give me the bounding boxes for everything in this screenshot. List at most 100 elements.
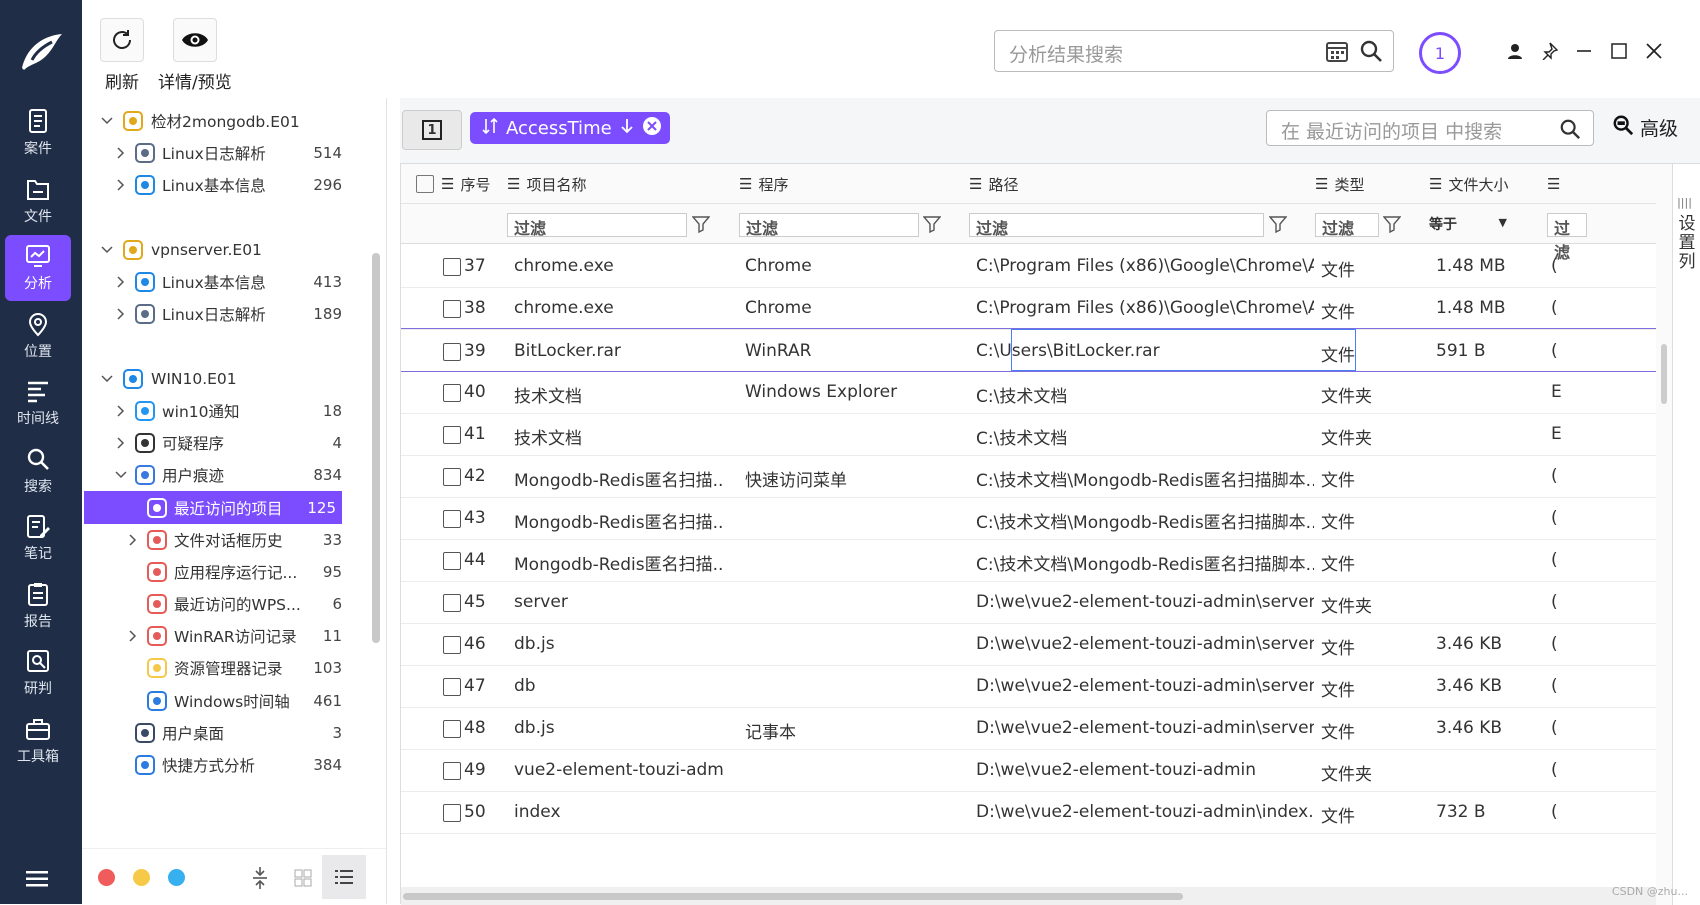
preview-button[interactable]: 详情/预览 bbox=[158, 18, 232, 93]
tree-node[interactable]: 可疑程序 4 bbox=[82, 426, 372, 459]
row-checkbox[interactable] bbox=[443, 594, 461, 612]
scroll-thumb[interactable] bbox=[403, 893, 1183, 900]
tree-node[interactable]: Linux基本信息 296 bbox=[82, 168, 372, 201]
tree-node[interactable]: win10通知 18 bbox=[82, 394, 372, 427]
analysis-search-input[interactable]: 分析结果搜索 bbox=[994, 30, 1394, 72]
list-view-icon[interactable] bbox=[322, 855, 366, 899]
close-icon[interactable] bbox=[1641, 38, 1667, 64]
table-row[interactable]: 49 vue2-element-touzi-admi D:\we\vue2-elem… bbox=[401, 748, 1656, 792]
sort-chip[interactable]: AccessTime bbox=[470, 112, 670, 144]
table-row[interactable]: 44 Mongodb-Redis匿名扫描... C:\技术文档\Mongodb-Re… bbox=[401, 538, 1656, 582]
filter-icon[interactable] bbox=[923, 215, 941, 233]
row-checkbox[interactable] bbox=[443, 510, 461, 528]
tree-node[interactable]: Windows时间轴 461 bbox=[82, 684, 372, 717]
table-row[interactable]: 46 db.js D:\we\vue2-element-touzi-admin\se… bbox=[401, 622, 1656, 666]
table-row[interactable]: 42 Mongodb-Redis匿名扫描... 快速访问菜单 C:\技术文档\Mong… bbox=[401, 454, 1656, 498]
table-row[interactable]: 47 db D:\we\vue2-element-touzi-admin\serve… bbox=[401, 664, 1656, 708]
tree-node[interactable]: 检材2mongodb.E01 bbox=[82, 104, 372, 137]
table-row[interactable]: 40 技术文档 Windows Explorer C:\技术文档 文件夹 E bbox=[401, 370, 1656, 414]
rail-item-4[interactable]: 时间线 bbox=[5, 370, 71, 436]
remove-sort-icon[interactable] bbox=[642, 116, 662, 141]
refresh-button[interactable]: 刷新 bbox=[100, 18, 144, 93]
table-row[interactable]: 50 index D:\we\vue2-element-touzi-admin\in… bbox=[401, 790, 1656, 834]
tree-node[interactable]: Linux日志解析 189 bbox=[82, 297, 372, 330]
tree-node[interactable]: 用户桌面 3 bbox=[82, 716, 372, 749]
vertical-scrollbar[interactable] bbox=[1656, 164, 1672, 905]
rail-item-8[interactable]: 研判 bbox=[5, 640, 71, 706]
chevron-right-icon[interactable] bbox=[114, 178, 128, 192]
search-icon[interactable] bbox=[1359, 39, 1383, 68]
rail-item-2[interactable]: 分析 bbox=[5, 235, 71, 301]
row-checkbox[interactable] bbox=[443, 426, 461, 444]
pin-icon[interactable] bbox=[1536, 38, 1562, 64]
tree-node[interactable]: WIN10.E01 bbox=[82, 362, 372, 395]
horizontal-scrollbar[interactable] bbox=[401, 887, 1656, 905]
table-row[interactable]: 41 技术文档 C:\技术文档 文件夹 E bbox=[401, 412, 1656, 456]
filter-icon[interactable] bbox=[1383, 215, 1401, 233]
more-filter-input[interactable]: 过滤 bbox=[1547, 213, 1587, 262]
rail-item-3[interactable]: 位置 bbox=[5, 303, 71, 369]
column-settings-tab[interactable]: |||| 设置列 bbox=[1672, 164, 1696, 905]
tree-node[interactable]: 最近访问的项目 125 bbox=[84, 491, 342, 524]
hamburger-menu-icon[interactable] bbox=[26, 870, 48, 892]
row-checkbox[interactable] bbox=[443, 636, 461, 654]
page-number-button[interactable]: 1 bbox=[402, 110, 462, 150]
row-checkbox[interactable] bbox=[443, 258, 461, 276]
row-checkbox[interactable] bbox=[443, 720, 461, 738]
row-checkbox[interactable] bbox=[443, 384, 461, 402]
row-checkbox[interactable] bbox=[443, 552, 461, 570]
chevron-right-icon[interactable] bbox=[114, 146, 128, 160]
col-name[interactable]: ☰ 项目名称 bbox=[507, 164, 586, 204]
tree-node[interactable]: 最近访问的WPS... 6 bbox=[82, 587, 372, 620]
advanced-search-button[interactable]: 高级 bbox=[1612, 114, 1678, 141]
table-row[interactable]: 37 chrome.exe Chrome C:\Program Files (x86)… bbox=[401, 244, 1656, 288]
col-size[interactable]: ☰ 文件大小 bbox=[1429, 164, 1508, 204]
chevron-right-icon[interactable] bbox=[114, 436, 128, 450]
table-row[interactable]: 45 server D:\we\vue2-element-touzi-admin\s… bbox=[401, 580, 1656, 624]
col-program[interactable]: ☰ 程序 bbox=[739, 164, 788, 204]
col-path[interactable]: ☰ 路径 bbox=[969, 164, 1018, 204]
chevron-right-icon[interactable] bbox=[126, 629, 140, 643]
rail-item-6[interactable]: 笔记 bbox=[5, 505, 71, 571]
chevron-right-icon[interactable] bbox=[114, 307, 128, 321]
user-icon[interactable] bbox=[1502, 38, 1528, 64]
rail-item-1[interactable]: 文件 bbox=[5, 168, 71, 234]
maximize-icon[interactable] bbox=[1606, 38, 1632, 64]
type-filter-input[interactable]: 过滤 bbox=[1315, 213, 1379, 238]
path-filter-input[interactable]: 过滤 bbox=[969, 213, 1264, 238]
grid-view-icon[interactable] bbox=[294, 869, 312, 891]
tree-node[interactable]: Linux基本信息 413 bbox=[82, 265, 372, 298]
size-filter-operator[interactable]: 等于 ▼ bbox=[1429, 214, 1513, 236]
rail-item-9[interactable]: 工具箱 bbox=[5, 708, 71, 774]
col-index[interactable]: ☰ 序号 bbox=[441, 164, 490, 204]
tree-node[interactable]: 资源管理器记录 103 bbox=[82, 651, 372, 684]
name-filter-input[interactable]: 过滤 bbox=[507, 213, 687, 238]
rail-item-0[interactable]: 案件 bbox=[5, 100, 71, 166]
table-row[interactable]: 39 BitLocker.rar WinRAR C:\Users\BitLocker.… bbox=[401, 328, 1656, 372]
table-row[interactable]: 48 db.js 记事本 D:\we\vue2-element-touzi-admin… bbox=[401, 706, 1656, 750]
chevron-right-icon[interactable] bbox=[114, 275, 128, 289]
task-count-badge[interactable]: 1 bbox=[1419, 32, 1461, 74]
blue-dot-icon[interactable] bbox=[168, 869, 185, 886]
tree-node[interactable]: Linux日志解析 514 bbox=[82, 136, 372, 169]
program-filter-input[interactable]: 过滤 bbox=[739, 213, 919, 238]
row-checkbox[interactable] bbox=[443, 762, 461, 780]
row-checkbox[interactable] bbox=[443, 300, 461, 318]
chevron-down-icon[interactable] bbox=[100, 114, 114, 128]
rail-item-5[interactable]: 搜索 bbox=[5, 438, 71, 504]
yellow-dot-icon[interactable] bbox=[133, 869, 150, 886]
tree-node[interactable]: 用户痕迹 834 bbox=[82, 458, 372, 491]
tree-node[interactable]: vpnserver.E01 bbox=[82, 233, 372, 266]
row-checkbox[interactable] bbox=[443, 343, 461, 361]
chevron-down-icon[interactable] bbox=[100, 243, 114, 257]
scroll-thumb[interactable] bbox=[1661, 344, 1667, 404]
search-icon[interactable] bbox=[1559, 118, 1581, 145]
col-type[interactable]: ☰ 类型 bbox=[1315, 164, 1364, 204]
row-checkbox[interactable] bbox=[443, 678, 461, 696]
rail-item-7[interactable]: 报告 bbox=[5, 573, 71, 639]
chevron-down-icon[interactable] bbox=[114, 468, 128, 482]
table-row[interactable]: 43 Mongodb-Redis匿名扫描... C:\技术文档\Mongodb-Re… bbox=[401, 496, 1656, 540]
collapse-all-icon[interactable] bbox=[252, 867, 268, 893]
grid-search-input[interactable]: 在 最近访问的项目 中搜索 bbox=[1266, 110, 1594, 146]
tree-node[interactable]: 快捷方式分析 384 bbox=[82, 748, 372, 781]
